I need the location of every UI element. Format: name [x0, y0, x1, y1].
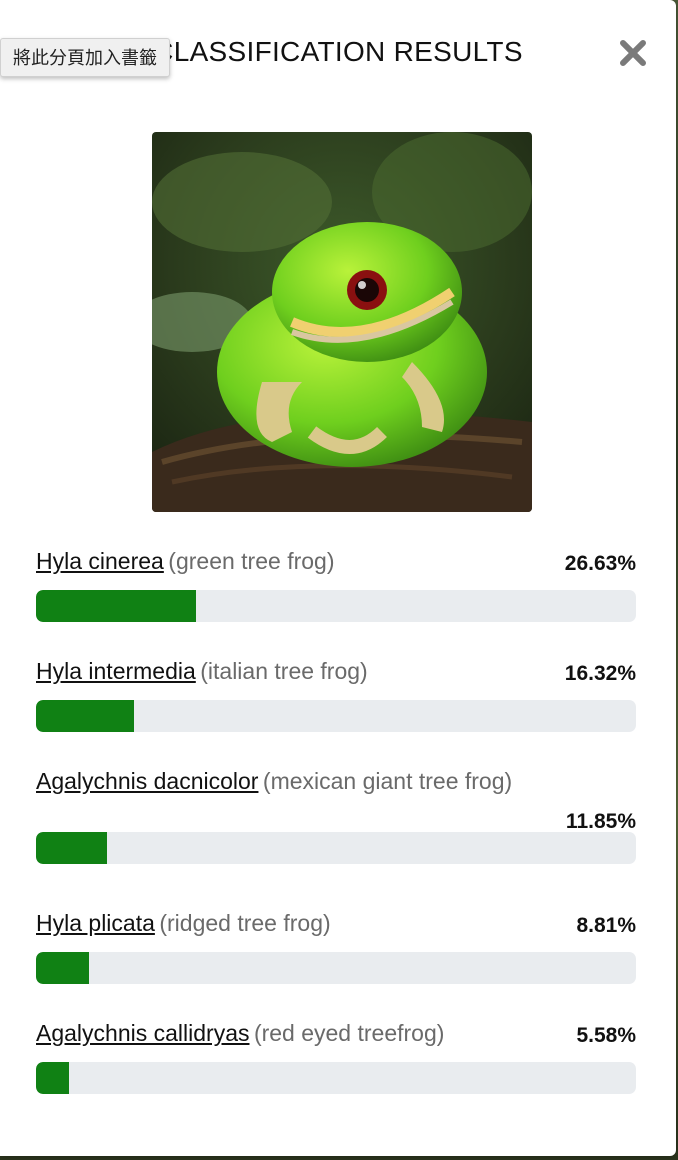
- confidence-percent: 5.58%: [576, 1024, 636, 1047]
- result-row: Agalychnis dacnicolor (mexican giant tre…: [36, 768, 636, 864]
- percent-row: 11.85%: [36, 798, 636, 833]
- species-link[interactable]: Hyla intermedia: [36, 658, 196, 684]
- confidence-bar: [36, 590, 636, 622]
- result-header: Agalychnis callidryas (red eyed treefrog…: [36, 1020, 636, 1050]
- confidence-bar: [36, 832, 636, 864]
- confidence-bar-fill: [36, 700, 134, 732]
- species-link[interactable]: Agalychnis callidryas: [36, 1020, 249, 1046]
- result-header: Hyla cinerea (green tree frog) 26.63%: [36, 548, 636, 578]
- result-header: Hyla plicata (ridged tree frog) 8.81%: [36, 910, 636, 940]
- confidence-bar-fill: [36, 832, 108, 864]
- confidence-bar-fill: [36, 590, 196, 622]
- frog-photo: [152, 132, 532, 512]
- confidence-bar-fill: [36, 952, 89, 984]
- result-header: Agalychnis dacnicolor (mexican giant tre…: [36, 768, 636, 798]
- common-name: (ridged tree frog): [159, 910, 331, 936]
- classification-modal: CLASSIFICATION RESULTS Hyla cinerea (gre…: [0, 0, 676, 1156]
- result-row: Hyla cinerea (green tree frog) 26.63%: [36, 548, 636, 622]
- species-link[interactable]: Hyla cinerea: [36, 548, 164, 574]
- confidence-bar-fill: [36, 1062, 70, 1094]
- result-header: Hyla intermedia (italian tree frog) 16.32…: [36, 658, 636, 688]
- confidence-bar: [36, 700, 636, 732]
- result-row: Hyla plicata (ridged tree frog) 8.81%: [36, 910, 636, 984]
- common-name: (italian tree frog): [200, 658, 368, 684]
- bookmark-tooltip: 將此分頁加入書籤: [0, 38, 170, 77]
- common-name: (green tree frog): [168, 548, 335, 574]
- confidence-percent: 11.85%: [565, 810, 636, 833]
- result-row: Hyla intermedia (italian tree frog) 16.32…: [36, 658, 636, 732]
- confidence-bar: [36, 952, 636, 984]
- common-name: (mexican giant tree frog): [262, 768, 513, 794]
- confidence-percent: 8.81%: [576, 914, 636, 937]
- species-link[interactable]: Agalychnis dacnicolor: [36, 768, 258, 794]
- close-icon[interactable]: [618, 38, 648, 68]
- species-link[interactable]: Hyla plicata: [36, 910, 155, 936]
- confidence-bar: [36, 1062, 636, 1094]
- result-row: Agalychnis callidryas (red eyed treefrog…: [36, 1020, 636, 1094]
- common-name: (red eyed treefrog): [253, 1020, 445, 1046]
- confidence-percent: 16.32%: [564, 662, 636, 685]
- confidence-percent: 26.63%: [564, 552, 636, 575]
